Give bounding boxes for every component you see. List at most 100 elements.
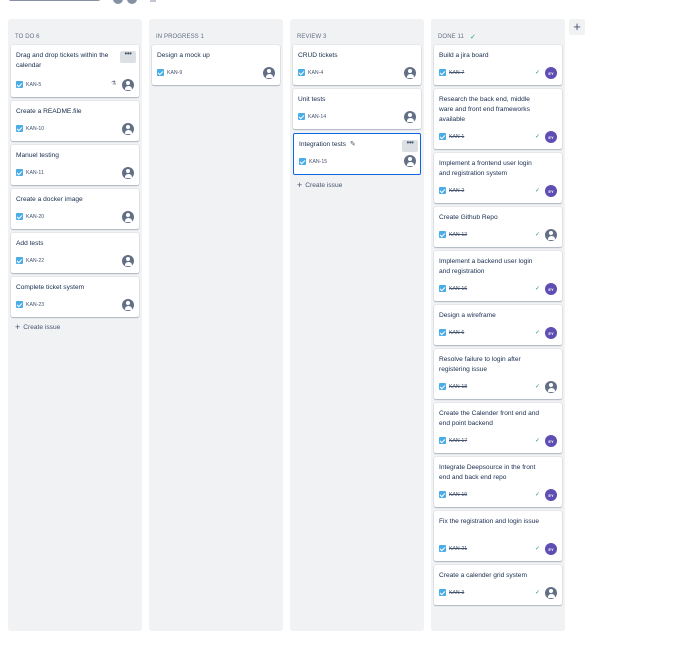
pencil-icon[interactable]: ✎ (350, 140, 356, 150)
card-title: Manuel testing (16, 152, 59, 159)
user-avatar-icon[interactable]: EY (545, 131, 557, 143)
card-title: Design a wireframe (439, 312, 496, 319)
issue-card[interactable]: Create a README.file KAN-10 (11, 101, 139, 141)
user-avatar-icon[interactable]: EY (545, 67, 557, 79)
user-avatar-icon[interactable] (122, 211, 134, 223)
card-footer: KAN-9 (157, 69, 182, 76)
search-input[interactable] (8, 0, 101, 1)
card-title: Create Github Repo (439, 214, 498, 221)
check-icon: ✓ (535, 134, 541, 140)
issue-key[interactable]: KAN-14 (308, 114, 326, 120)
issue-key[interactable]: KAN-4 (308, 70, 323, 76)
card-footer: KAN-18 (439, 383, 467, 390)
card-footer: KAN-3 (439, 589, 464, 596)
user-avatar-icon[interactable] (545, 381, 557, 393)
avatar[interactable] (113, 0, 123, 4)
issue-key[interactable]: KAN-7 (449, 70, 464, 76)
issue-key[interactable]: KAN-21 (449, 546, 467, 552)
user-avatar-icon[interactable] (122, 167, 134, 179)
task-checkbox-icon (439, 285, 446, 292)
issue-card[interactable]: Manuel testing KAN-11 (11, 145, 139, 185)
issue-key[interactable]: KAN-18 (449, 384, 467, 390)
issue-card[interactable]: Resolve failure to login after registeri… (434, 349, 562, 399)
issue-card[interactable]: Add tests KAN-22 (11, 233, 139, 273)
issue-card[interactable]: Design a wireframe KAN-6 ✓ EY (434, 305, 562, 345)
create-issue-button[interactable]: + Create issue (297, 181, 342, 190)
column-header: IN PROGRESS 1 (149, 19, 283, 45)
card-title: Create a docker image (16, 196, 83, 203)
issue-key[interactable]: KAN-3 (449, 590, 464, 596)
card-title: Implement a backend user login and regis… (439, 258, 533, 275)
card-title: Create a README.file (16, 108, 82, 115)
issue-card[interactable]: Implement a frontend user login and regi… (434, 153, 562, 203)
more-actions-icon[interactable]: ••• (402, 139, 418, 152)
issue-key[interactable]: KAN-16 (449, 286, 467, 292)
user-avatar-icon[interactable] (404, 111, 416, 123)
filter-icon[interactable] (150, 0, 156, 2)
avatar[interactable] (127, 0, 137, 4)
user-avatar-icon[interactable] (122, 79, 134, 91)
task-checkbox-icon (16, 81, 23, 88)
user-avatar-icon[interactable] (545, 587, 557, 599)
user-avatar-icon[interactable] (122, 123, 134, 135)
issue-card-selected[interactable]: Integration tests ✎ ••• KAN-15 (293, 133, 421, 175)
issue-card[interactable]: Drag and drop tickets within the calenda… (11, 45, 139, 97)
issue-card[interactable]: CRUD tickets KAN-4 (293, 45, 421, 85)
issue-key[interactable]: KAN-6 (449, 330, 464, 336)
card-title: Build a jira board (439, 52, 489, 59)
user-avatar-icon[interactable] (404, 67, 416, 79)
user-avatar-icon[interactable] (263, 67, 275, 79)
user-avatar-icon[interactable] (122, 255, 134, 267)
issue-key[interactable]: KAN-12 (449, 232, 467, 238)
card-footer: KAN-17 (439, 437, 467, 444)
card-title: Integration tests (299, 141, 346, 148)
card-footer: KAN-21 (439, 545, 467, 552)
more-actions-icon[interactable]: ••• (120, 50, 136, 63)
issue-card[interactable]: Fix the registration and login issue KAN… (434, 511, 562, 561)
user-avatar-icon[interactable] (545, 229, 557, 241)
task-checkbox-icon (439, 133, 446, 140)
user-avatar-icon[interactable]: EY (545, 327, 557, 339)
user-avatar-icon[interactable]: EY (545, 543, 557, 555)
check-icon: ✓ (535, 70, 541, 76)
add-column-button[interactable]: + (569, 19, 585, 35)
issue-card[interactable]: Complete ticket system KAN-23 (11, 277, 139, 317)
issue-card[interactable]: Unit tests KAN-14 (293, 89, 421, 129)
issue-card[interactable]: Create Github Repo KAN-12 ✓ (434, 207, 562, 247)
issue-key[interactable]: KAN-1 (449, 134, 464, 140)
user-avatar-icon[interactable]: EY (545, 489, 557, 501)
issue-key[interactable]: KAN-20 (26, 214, 44, 220)
task-checkbox-icon (439, 329, 446, 336)
issue-key[interactable]: KAN-11 (26, 170, 44, 176)
issue-card[interactable]: Build a jira board KAN-7 ✓ EY (434, 45, 562, 85)
issue-key[interactable]: KAN-9 (167, 70, 182, 76)
column-title: IN PROGRESS 1 (156, 33, 204, 40)
card-footer: KAN-6 (439, 329, 464, 336)
issue-card[interactable]: Integrate Deepsource in the front end an… (434, 457, 562, 507)
create-issue-button[interactable]: + Create issue (15, 323, 60, 332)
user-avatar-icon[interactable] (122, 299, 134, 311)
issue-card[interactable]: Implement a backend user login and regis… (434, 251, 562, 301)
issue-card[interactable]: Design a mock up KAN-9 (152, 45, 280, 85)
issue-card[interactable]: Create a docker image KAN-20 (11, 189, 139, 229)
card-title: Unit tests (298, 96, 326, 103)
user-avatar-icon[interactable]: EY (545, 185, 557, 197)
user-avatar-icon[interactable]: EY (545, 283, 557, 295)
issue-card[interactable]: Create the Calender front end and end po… (434, 403, 562, 453)
issue-key[interactable]: KAN-5 (26, 82, 41, 88)
column-header: TO DO 6 (8, 19, 142, 45)
issue-card[interactable]: Create a calender grid system KAN-3 ✓ (434, 565, 562, 605)
issue-key[interactable]: KAN-15 (309, 159, 327, 165)
issue-key[interactable]: KAN-10 (26, 126, 44, 132)
user-avatar-icon[interactable] (404, 155, 416, 167)
issue-key[interactable]: KAN-17 (449, 438, 467, 444)
card-footer: KAN-10 (16, 125, 44, 132)
issue-key[interactable]: KAN-22 (26, 258, 44, 264)
issue-key[interactable]: KAN-2 (449, 188, 464, 194)
issue-card[interactable]: Research the back end, middle ware and f… (434, 89, 562, 149)
user-avatar-icon[interactable]: EY (545, 435, 557, 447)
card-footer: KAN-4 (298, 69, 323, 76)
card-footer: KAN-20 (16, 213, 44, 220)
issue-key[interactable]: KAN-19 (449, 492, 467, 498)
issue-key[interactable]: KAN-23 (26, 302, 44, 308)
